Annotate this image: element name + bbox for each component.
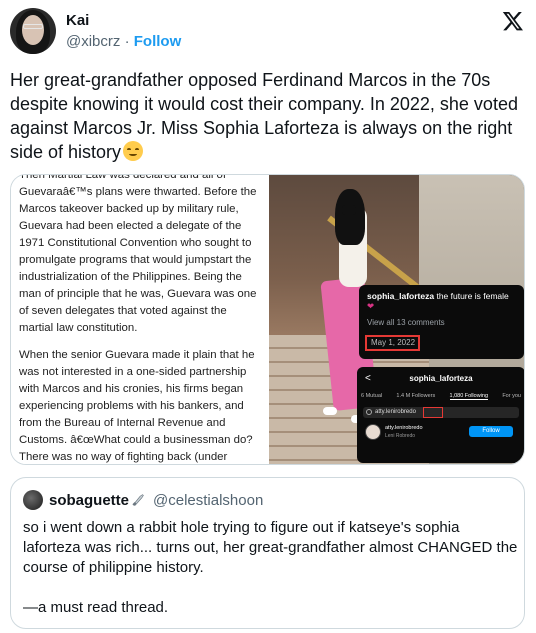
author-avatar[interactable] — [10, 8, 56, 54]
instagram-post-overlay: sophia_laforteza the future is female ❤ … — [359, 285, 524, 359]
highlight-box — [423, 407, 443, 418]
instagram-profile-overlay: < sophia_laforteza 6 Mutual 1.4 M Follow… — [357, 367, 524, 463]
quoted-tweet[interactable]: sobaguette @celestialshoon so i went dow… — [10, 477, 525, 629]
person-mask — [342, 205, 356, 215]
ig-post-date: May 1, 2022 — [365, 335, 420, 351]
ig-tab-followers: 1.4 M Followers — [396, 393, 436, 399]
author-name[interactable]: Kai — [66, 12, 89, 29]
ig-result-name: Leni Robredo — [385, 433, 416, 439]
quote-text-2: —a must read thread. — [23, 599, 169, 616]
quote-text: so i went down a rabbit hole trying to f… — [23, 519, 518, 576]
ig-tab-mutual: 6 Mutual — [361, 393, 383, 399]
quote-author-name-text: sobaguette — [49, 492, 130, 509]
avatar-glasses — [23, 24, 43, 29]
person-hair — [335, 189, 365, 245]
article-paragraph-1: Then Martial Law was declared and all of… — [19, 174, 257, 334]
separator-dot: · — [124, 33, 130, 50]
ig-profile-tabs: 6 Mutual 1.4 M Followers 1,080 Following… — [361, 393, 521, 400]
purple-heart-icon: ❤ — [367, 301, 375, 311]
ig-result-avatar — [365, 424, 381, 440]
follow-button[interactable]: Follow — [134, 33, 182, 50]
quote-author-name[interactable]: sobaguette — [49, 492, 145, 509]
article-paragraph-2: When the senior Guevara made it plain th… — [19, 349, 255, 463]
ig-search-field: atty.lenirobredo — [363, 407, 519, 418]
ig-profile-title: sophia_laforteza — [409, 374, 473, 383]
quote-author-handle[interactable]: @celestialshoon — [153, 492, 263, 509]
relieved-face-emoji-icon — [123, 141, 144, 161]
ig-tab-following: 1,080 Following — [449, 393, 489, 400]
author-handle-row: @xibcrz · Follow — [66, 33, 181, 50]
ig-result-username: atty.lenirobredo — [385, 425, 423, 431]
article-screenshot[interactable]: Then Martial Law was declared and all of… — [11, 174, 267, 464]
photo-collage[interactable]: sophia_laforteza the future is female ❤ … — [269, 175, 524, 464]
ig-caption-line: sophia_laforteza the future is female ❤ — [367, 291, 516, 312]
tweet-media[interactable]: Then Martial Law was declared and all of… — [10, 174, 525, 465]
ig-post-username: sophia_laforteza — [367, 291, 435, 301]
ig-comments-link: View all 13 comments — [367, 318, 445, 327]
avatar-face — [22, 15, 44, 45]
knife-icon — [132, 494, 144, 506]
ig-tab-for-you: For you — [502, 393, 521, 399]
author-handle[interactable]: @xibcrz — [66, 33, 120, 50]
tweet-body: Her great-grandfather opposed Ferdinand … — [10, 70, 518, 162]
ig-follow-button: Follow — [469, 426, 513, 437]
person-shoe — [323, 407, 337, 415]
ig-search-value: atty.lenirobredo — [375, 409, 416, 415]
quote-author-avatar[interactable] — [23, 490, 43, 510]
ig-post-caption: the future is female — [436, 291, 509, 301]
search-icon — [366, 409, 372, 415]
tweet-header: Kai @xibcrz · Follow — [10, 8, 526, 56]
tweet-text: Her great-grandfather opposed Ferdinand … — [10, 68, 525, 164]
x-logo-icon[interactable] — [502, 10, 524, 32]
